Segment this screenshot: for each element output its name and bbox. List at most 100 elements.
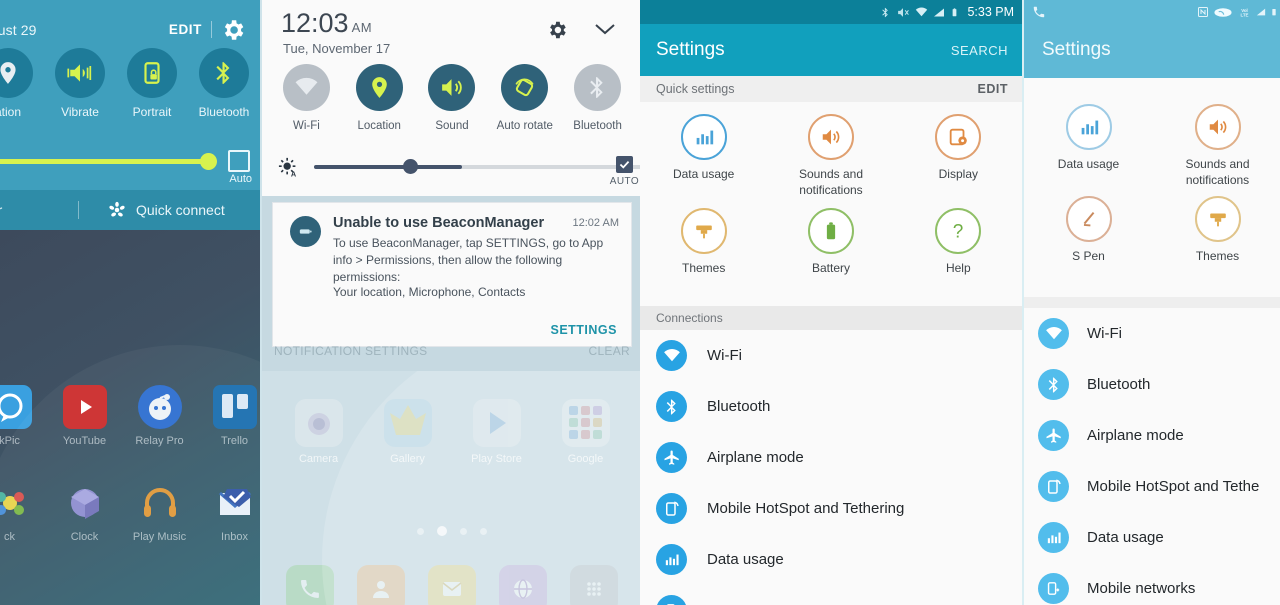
list-item-mobile-networks[interactable]: Mobile networks — [1024, 563, 1280, 605]
p1-app-inbox[interactable]: Inbox — [197, 481, 260, 543]
p1-app-play-music[interactable]: Play Music — [122, 481, 197, 543]
p2-app-google-folder[interactable]: Google — [541, 399, 630, 465]
p1-edit-button[interactable]: EDIT — [169, 22, 202, 37]
beacon-manager-icon — [290, 216, 321, 247]
p3-quick-tile-themes[interactable]: Themes — [640, 198, 767, 277]
p4-quick-tile-s-pen[interactable]: S Pen — [1024, 188, 1153, 265]
p1-app-youtube[interactable]: YouTube — [47, 385, 122, 447]
p3-quick-settings-grid: Data usage Sounds and notifications Disp… — [640, 104, 1022, 277]
headphones-icon — [138, 481, 182, 525]
p2-tile-auto-rotate[interactable]: Auto rotate — [488, 64, 561, 133]
p1-tile-bluetooth[interactable]: Bluetooth — [188, 48, 260, 119]
p1-brightness-track[interactable] — [0, 159, 212, 164]
list-item-data-usage[interactable]: Data usage — [1024, 512, 1280, 563]
page-dot[interactable] — [460, 527, 467, 535]
p2-app-gallery[interactable]: Gallery — [363, 399, 452, 465]
p4-quick-tile-data-usage[interactable]: Data usage — [1024, 96, 1153, 188]
list-item-label: Mobile networks — [1087, 580, 1196, 597]
p1-app-slack[interactable]: ck — [0, 481, 47, 543]
trello-icon — [212, 385, 257, 429]
list-item-bluetooth[interactable]: Bluetooth — [640, 381, 1022, 432]
battery-icon — [953, 7, 957, 16]
p2-brightness-track[interactable] — [314, 165, 640, 169]
chevron-down-icon[interactable] — [592, 20, 618, 38]
p3-quick-tile-sounds[interactable]: Sounds and notifications — [767, 104, 894, 198]
list-item-label: Mobile HotSpot and Tethe — [1087, 478, 1260, 495]
google-folder-icon — [561, 399, 610, 447]
notification-settings-action[interactable]: SETTINGS — [550, 323, 617, 337]
p3-quick-tile-battery[interactable]: Battery — [767, 198, 894, 277]
p2-tile-location[interactable]: Location — [343, 64, 416, 133]
gear-icon[interactable] — [546, 19, 568, 41]
p1-brightness-knob[interactable] — [200, 153, 217, 170]
notification-clear-button[interactable]: CLEAR — [588, 344, 630, 358]
p1-app-label: kPic — [0, 435, 20, 447]
list-item-partial[interactable] — [640, 585, 1022, 605]
p1-app-kpic[interactable]: kPic — [0, 385, 47, 447]
list-item-wifi[interactable]: Wi-Fi — [640, 330, 1022, 381]
p2-tile-wifi[interactable]: Wi-Fi — [270, 64, 343, 133]
list-item-airplane-mode[interactable]: Airplane mode — [640, 432, 1022, 483]
p1-tile-label: ation — [0, 105, 22, 119]
list-item-data-usage[interactable]: Data usage — [640, 534, 1022, 585]
list-item-hotspot[interactable]: Mobile HotSpot and Tethering — [640, 483, 1022, 534]
p4-quick-tile-themes[interactable]: Themes — [1153, 188, 1280, 265]
notification-title: Unable to use BeaconManager — [333, 215, 545, 231]
p1-tile-location[interactable]: ation — [0, 48, 44, 119]
p1-auto-brightness-checkbox[interactable] — [228, 150, 250, 172]
p3-quick-tile-display[interactable]: Display — [895, 104, 1022, 198]
notification-settings-link[interactable]: NOTIFICATION SETTINGS — [274, 344, 427, 358]
list-item-bluetooth[interactable]: Bluetooth — [1024, 359, 1280, 410]
p1-app-trello[interactable]: Trello — [197, 385, 260, 447]
list-item-airplane-mode[interactable]: Airplane mode — [1024, 410, 1280, 461]
p4-quick-tile-sounds[interactable]: Sounds and notifications — [1153, 96, 1280, 188]
p2-dock-messages[interactable] — [416, 565, 487, 605]
p3-section-header: Connections — [640, 306, 1022, 330]
p2-dock-contacts[interactable] — [345, 565, 416, 605]
p3-edit-button[interactable]: EDIT — [978, 82, 1008, 96]
p1-tile-vibrate[interactable]: Vibrate — [44, 48, 116, 119]
p1-quick-connect-button[interactable]: Quick connect — [108, 201, 225, 219]
p2-tile-sound[interactable]: Sound — [416, 64, 489, 133]
notification-card[interactable]: Unable to use BeaconManager 12:02 AM To … — [272, 202, 632, 347]
p2-dock-apps[interactable] — [559, 565, 630, 605]
list-item-wifi[interactable]: Wi-Fi — [1024, 308, 1280, 359]
p2-brightness-slider-row: A AUTO — [262, 152, 640, 192]
p2-tile-label: Auto rotate — [496, 120, 553, 132]
p2-tile-bluetooth[interactable]: Bluetooth — [561, 64, 634, 133]
p3-quick-tile-help[interactable]: ? Help — [895, 198, 1022, 277]
clock-icon — [63, 481, 107, 525]
p2-dock-internet[interactable] — [488, 565, 559, 605]
p1-app-clock[interactable]: Clock — [47, 481, 122, 543]
page-dot-home[interactable] — [437, 526, 447, 536]
gear-icon[interactable] — [220, 17, 246, 43]
p3-status-clock: 5:33 PM — [967, 5, 1014, 19]
p2-app-play-store[interactable]: Play Store — [452, 399, 541, 465]
airplane-icon — [1038, 420, 1069, 451]
search-button[interactable]: SEARCH — [951, 43, 1008, 58]
p3-status-bar: 5:33 PM — [640, 0, 1022, 24]
p1-finder-label[interactable]: der — [0, 202, 2, 218]
p3-settings-list: Wi-Fi Bluetooth Airplane mode Mobile Hot… — [640, 330, 1022, 605]
messages-icon — [428, 565, 476, 605]
p1-app-relay-pro[interactable]: Relay Pro — [122, 385, 197, 447]
p2-dock-phone[interactable] — [274, 565, 345, 605]
inbox-icon — [213, 481, 257, 525]
p2-clock: 12:03 AM — [281, 8, 372, 39]
list-item-label: Wi-Fi — [1087, 325, 1122, 342]
svg-text:A: A — [291, 169, 297, 178]
page-dot[interactable] — [480, 527, 487, 535]
p2-app-camera[interactable]: Camera — [274, 399, 363, 465]
p3-quick-tile-data-usage[interactable]: Data usage — [640, 104, 767, 198]
p1-top-bar: ugust 29 EDIT — [0, 8, 260, 40]
p2-auto-brightness-checkbox[interactable] — [616, 156, 633, 173]
p2-tile-label: Bluetooth — [573, 120, 622, 132]
page-dot[interactable] — [417, 527, 424, 535]
p1-tile-portrait[interactable]: Portrait — [116, 48, 188, 119]
notification-body-permissions: Your location, Microphone, Contacts — [333, 285, 526, 299]
p1-app-label: YouTube — [62, 435, 107, 447]
list-item-hotspot[interactable]: Mobile HotSpot and Tethe — [1024, 461, 1280, 512]
p2-app-label: Gallery — [390, 453, 425, 465]
p2-brightness-knob[interactable] — [403, 159, 418, 174]
bluetooth-icon — [574, 64, 622, 111]
